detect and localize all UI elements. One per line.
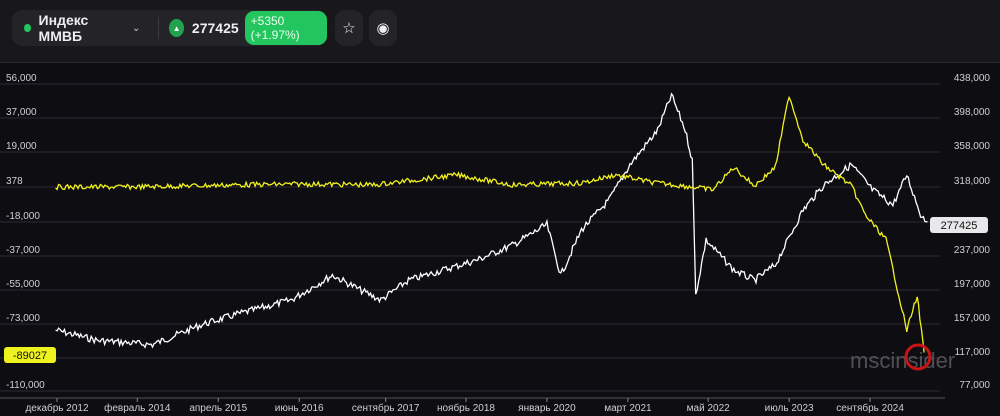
x-tick-label: сентябрь 2024 bbox=[836, 402, 904, 414]
left-tick-label: -18,000 bbox=[6, 211, 40, 222]
x-tick-label: январь 2020 bbox=[518, 403, 576, 414]
left-tick-label: 378 bbox=[6, 176, 23, 187]
left-tick-label: -110,000 bbox=[6, 380, 45, 391]
x-tick-label: декабрь 2012 bbox=[25, 402, 89, 414]
right-tick-label: 157,000 bbox=[954, 313, 991, 324]
left-tick-label: 37,000 bbox=[6, 107, 37, 118]
difference-series-line bbox=[55, 95, 925, 353]
left-tick-label: -37,000 bbox=[6, 245, 40, 256]
left-last-value-badge: -89027 bbox=[4, 347, 56, 363]
right-tick-label: 77,000 bbox=[959, 380, 990, 391]
left-tick-label: 56,000 bbox=[6, 73, 37, 84]
right-tick-label: 318,000 bbox=[954, 176, 991, 187]
x-tick-label: апрель 2015 bbox=[189, 403, 247, 414]
x-tick-label: май 2022 bbox=[687, 403, 730, 414]
x-tick-label: февраль 2014 bbox=[104, 402, 171, 414]
right-tick-label: 398,000 bbox=[954, 107, 991, 118]
right-tick-label: 438,000 bbox=[954, 73, 991, 84]
svg-text:-89027: -89027 bbox=[13, 350, 47, 362]
svg-text:277425: 277425 bbox=[941, 220, 978, 232]
x-tick-label: ноябрь 2018 bbox=[437, 402, 495, 414]
chart: mscinsider 56,000 37,000 19,000 378 -18,000 -… bbox=[0, 73, 991, 414]
watermark: mscinsider bbox=[850, 348, 955, 373]
x-tick-label: июнь 2016 bbox=[275, 403, 324, 414]
x-tick-label: июль 2023 bbox=[765, 403, 814, 414]
left-tick-label: -55,000 bbox=[6, 279, 40, 290]
right-tick-label: 358,000 bbox=[954, 141, 991, 152]
right-tick-label: 117,000 bbox=[955, 347, 991, 358]
right-tick-label: 197,000 bbox=[954, 279, 991, 290]
right-last-value-badge: 277425 bbox=[930, 217, 988, 233]
index-series-line bbox=[55, 92, 928, 349]
left-tick-label: 19,000 bbox=[6, 141, 37, 152]
left-tick-label: -73,000 bbox=[6, 313, 40, 324]
x-tick-label: сентябрь 2017 bbox=[352, 402, 420, 414]
x-tick-label: март 2021 bbox=[604, 403, 652, 414]
right-tick-label: 237,000 bbox=[954, 245, 991, 256]
